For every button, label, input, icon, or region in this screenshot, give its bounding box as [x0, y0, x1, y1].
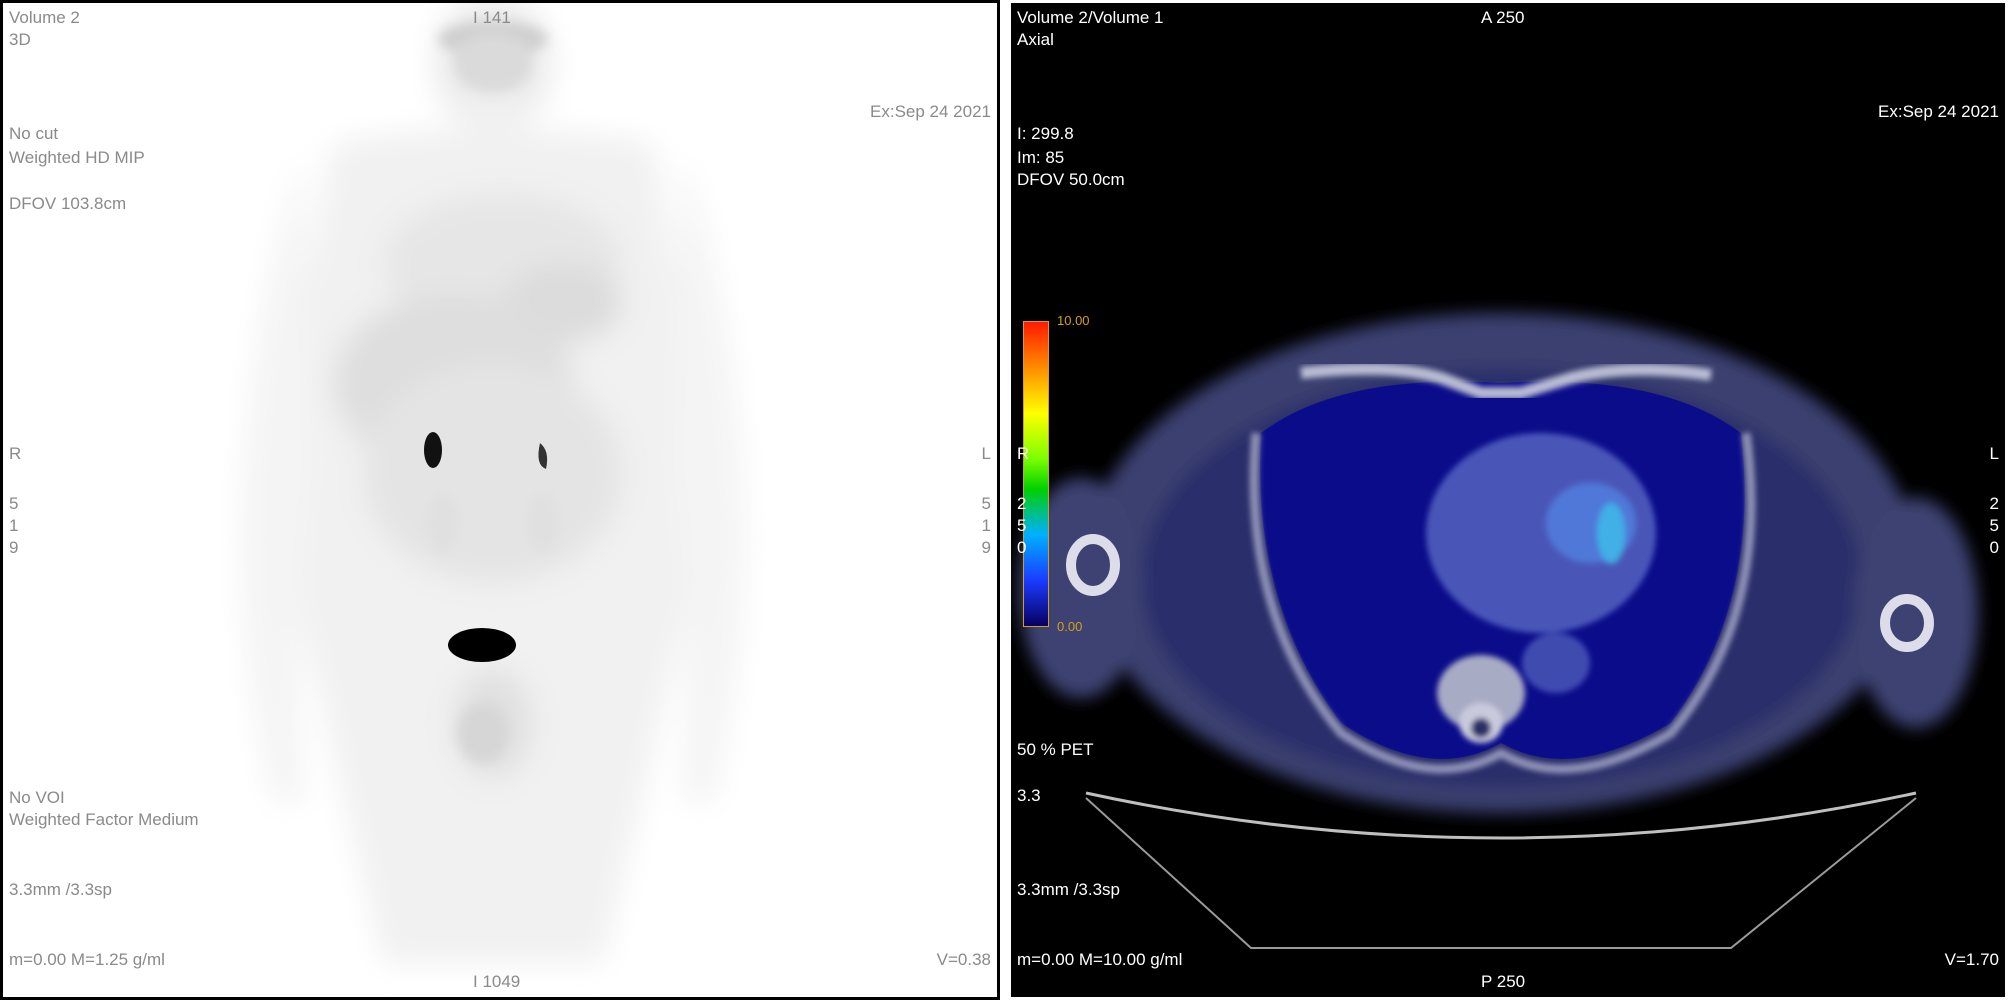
cut-label: No cut — [9, 124, 59, 143]
mip-image — [241, 3, 745, 963]
dfov-label: DFOV 103.8cm — [9, 194, 127, 213]
volume-value: V=0.38 — [936, 950, 991, 969]
mip-viewport[interactable]: Volume 2 3D I 141 Ex:Sep 24 2021 No cut … — [0, 0, 1000, 1000]
colorbar-min-label: 0.00 — [1057, 619, 1083, 634]
render-mode-label: Weighted HD MIP — [9, 148, 145, 167]
slice-thickness-label: 3.3mm /3.3sp — [1017, 880, 1120, 899]
bottom-orientation-marker: I 1049 — [473, 972, 521, 991]
weight-factor-label: Weighted Factor Medium — [9, 810, 199, 829]
image-intensity-label: I: 299.8 — [1017, 124, 1074, 143]
right-orientation-marker: R — [9, 444, 22, 463]
top-orientation-marker: A 250 — [1481, 8, 1525, 27]
series-digits-left: 2 5 0 — [1017, 494, 1027, 557]
volume-label: Volume 2/Volume 1 — [1017, 8, 1164, 27]
axial-fusion-viewport[interactable]: 10.00 0.00 Volume 2/Volume 1 Axial A 250… — [1008, 0, 2008, 1000]
series-digits-right: 5 1 9 — [981, 494, 991, 557]
colorbar-max-label: 10.00 — [1057, 313, 1090, 328]
dfov-label: DFOV 50.0cm — [1017, 170, 1125, 189]
suv-range-label: m=0.00 M=10.00 g/ml — [1017, 950, 1183, 969]
mode-label: Axial — [1017, 30, 1054, 49]
mode-label: 3D — [9, 30, 31, 49]
series-digits-left: 5 1 9 — [9, 494, 19, 557]
axial-fusion-image — [1019, 313, 1978, 949]
volume-label: Volume 2 — [9, 8, 80, 27]
top-orientation-marker: I 141 — [473, 8, 511, 27]
suv-colorbar: 10.00 0.00 — [1019, 313, 1090, 634]
left-orientation-marker: L — [981, 444, 991, 463]
colorbar-gradient — [1023, 321, 1049, 627]
bottom-orientation-marker: P 250 — [1481, 972, 1526, 991]
slice-thickness-short: 3.3 — [1017, 786, 1041, 805]
right-orientation-marker: R — [1017, 444, 1030, 463]
image-number-label: Im: 85 — [1017, 148, 1065, 167]
slice-thickness-label: 3.3mm /3.3sp — [9, 880, 112, 899]
exam-date: Ex:Sep 24 2021 — [870, 102, 991, 121]
left-orientation-marker: L — [1989, 444, 1999, 463]
suv-range-label: m=0.00 M=1.25 g/ml — [9, 950, 165, 969]
pet-blend-label: 50 % PET — [1017, 740, 1094, 759]
voi-label: No VOI — [9, 788, 65, 807]
volume-value: V=1.70 — [1944, 950, 1999, 969]
exam-date: Ex:Sep 24 2021 — [1878, 102, 1999, 121]
series-digits-right: 2 5 0 — [1989, 494, 1999, 557]
